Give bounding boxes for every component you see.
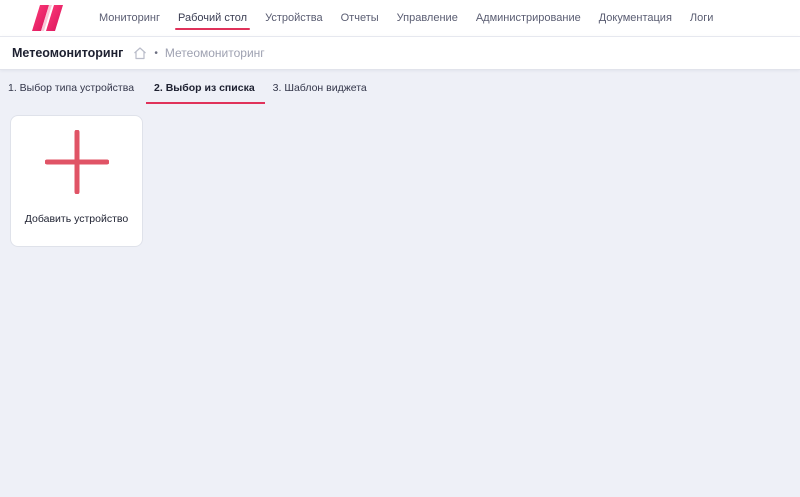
page-title: Метеомониторинг [12, 46, 124, 60]
add-device-card[interactable]: Добавить устройство [10, 115, 143, 247]
home-icon[interactable] [133, 46, 147, 60]
page-header: Метеомониторинг • Метеомониторинг [0, 36, 800, 70]
nav-item-control[interactable]: Управление [388, 0, 467, 36]
tab-select-from-list[interactable]: 2. Выбор из списка [146, 71, 265, 104]
tab-device-type[interactable]: 1. Выбор типа устройства [0, 71, 144, 104]
logo-icon[interactable] [32, 5, 68, 31]
nav-item-desktop[interactable]: Рабочий стол [169, 0, 256, 36]
breadcrumb-current: Метеомониторинг [164, 46, 265, 60]
nav-item-logs[interactable]: Логи [681, 0, 723, 36]
nav-item-devices[interactable]: Устройства [256, 0, 332, 36]
nav-item-administration[interactable]: Администрирование [467, 0, 590, 36]
nav-item-reports[interactable]: Отчеты [332, 0, 388, 36]
top-navigation: Мониторинг Рабочий стол Устройства Отчет… [0, 0, 800, 36]
nav-item-documentation[interactable]: Документация [590, 0, 681, 36]
plus-icon [45, 130, 109, 194]
main-menu: Мониторинг Рабочий стол Устройства Отчет… [90, 0, 722, 36]
tab-widget-template[interactable]: 3. Шаблон виджета [265, 71, 377, 104]
nav-item-monitoring[interactable]: Мониторинг [90, 0, 169, 36]
breadcrumb-separator: • [154, 47, 158, 59]
add-device-label: Добавить устройство [24, 213, 129, 225]
wizard-steps: 1. Выбор типа устройства 2. Выбор из спи… [0, 71, 800, 104]
